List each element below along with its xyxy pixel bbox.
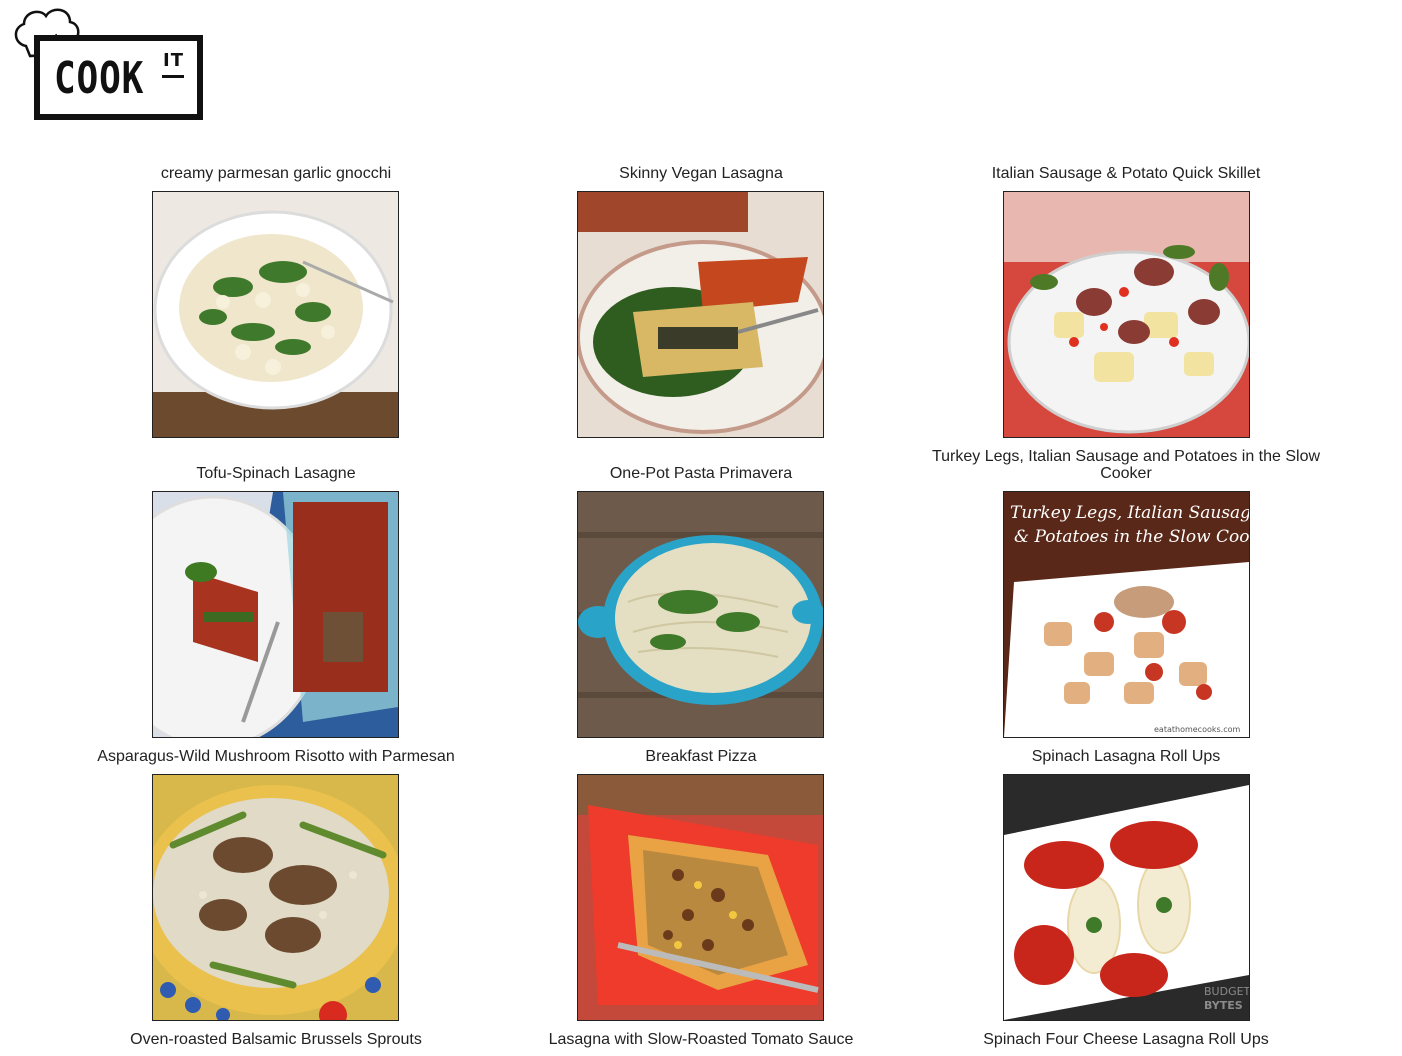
recipe-title[interactable]: Spinach Lasagna Roll Ups — [913, 748, 1339, 765]
page: COOK IT creamy parmesan garlic gnocchi S… — [0, 0, 1402, 1056]
logo-text: COOK — [54, 53, 145, 104]
lasagne-photo[interactable] — [152, 491, 399, 738]
logo-frame: COOK IT — [34, 35, 203, 120]
risotto-photo[interactable] — [152, 774, 399, 1021]
recipe-title[interactable]: Asparagus-Wild Mushroom Risotto with Par… — [63, 748, 489, 765]
recipe-title[interactable]: One-Pot Pasta Primavera — [488, 465, 914, 482]
svg-text:eatathomecooks.com: eatathomecooks.com — [1154, 725, 1241, 734]
recipe-title[interactable]: creamy parmesan garlic gnocchi — [63, 165, 489, 182]
logo-underline — [162, 75, 184, 78]
recipe-title[interactable]: Italian Sausage & Potato Quick Skillet — [913, 165, 1339, 182]
svg-text:BUDGET: BUDGET — [1204, 985, 1249, 998]
lasagna-rolls-photo[interactable]: BUDGET BYTES — [1003, 774, 1250, 1021]
logo-superscript: IT — [163, 50, 184, 71]
cook-it-logo[interactable]: COOK IT — [12, 6, 204, 120]
sausage-skillet-photo[interactable] — [1003, 191, 1250, 438]
pizza-photo[interactable] — [577, 774, 824, 1021]
recipe-title[interactable]: Oven-roasted Balsamic Brussels Sprouts — [63, 1031, 489, 1048]
recipe-title[interactable]: Skinny Vegan Lasagna — [488, 165, 914, 182]
recipe-title[interactable]: Lasagna with Slow-Roasted Tomato Sauce — [488, 1031, 914, 1048]
turkey-potatoes-photo[interactable]: Turkey Legs, Italian Sausage & Potatoes … — [1003, 491, 1250, 738]
svg-text:Turkey Legs, Italian Sausage: Turkey Legs, Italian Sausage — [1010, 503, 1249, 523]
pasta-pot-photo[interactable] — [577, 491, 824, 738]
svg-text:BYTES: BYTES — [1204, 999, 1243, 1012]
recipe-title[interactable]: Turkey Legs, Italian Sausage and Potatoe… — [913, 448, 1339, 482]
recipe-title[interactable]: Breakfast Pizza — [488, 748, 914, 765]
recipe-title[interactable]: Tofu-Spinach Lasagne — [63, 465, 489, 482]
gnocchi-photo[interactable] — [152, 191, 399, 438]
lasagna-photo[interactable] — [577, 191, 824, 438]
recipe-title[interactable]: Spinach Four Cheese Lasagna Roll Ups — [913, 1031, 1339, 1048]
svg-text:& Potatoes in the Slow Cooker: & Potatoes in the Slow Cooker — [1014, 527, 1249, 547]
